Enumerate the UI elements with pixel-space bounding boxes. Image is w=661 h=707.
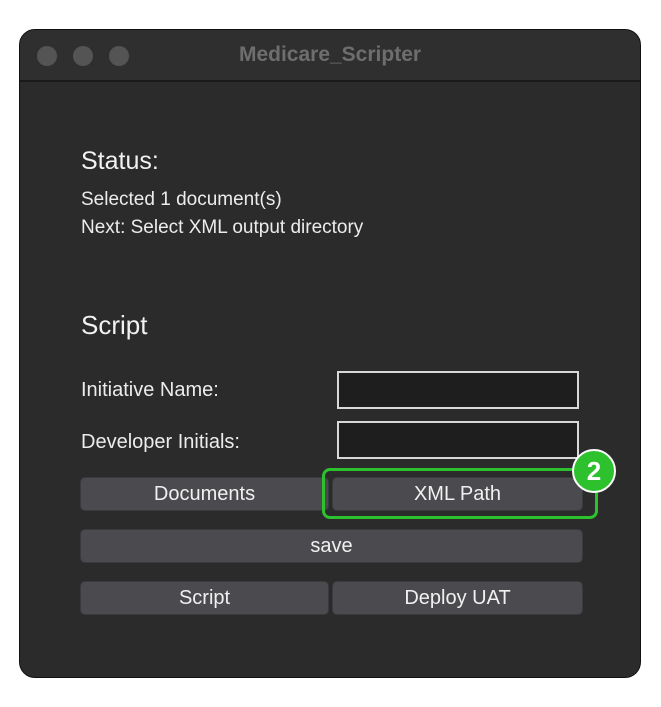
status-heading: Status: [81, 147, 159, 175]
app-window: Medicare_Scripter Status: Selected 1 doc… [19, 29, 641, 678]
deploy-uat-button[interactable]: Deploy UAT [332, 581, 583, 615]
status-line-next: Next: Select XML output directory [81, 217, 364, 238]
status-line-selected: Selected 1 document(s) [81, 189, 282, 210]
xml-path-button[interactable]: XML Path [332, 477, 583, 511]
initiative-name-input[interactable] [337, 371, 579, 409]
step-number-badge: 2 [572, 449, 616, 493]
window-title: Medicare_Scripter [238, 43, 422, 66]
title-bar[interactable]: Medicare_Scripter [20, 30, 640, 82]
script-heading: Script [81, 310, 148, 340]
save-button[interactable]: save [80, 529, 583, 563]
script-button[interactable]: Script [80, 581, 329, 615]
documents-button[interactable]: Documents [80, 477, 329, 511]
initiative-name-label: Initiative Name: [81, 379, 219, 401]
developer-initials-input[interactable] [337, 421, 579, 459]
developer-initials-label: Developer Initials: [81, 431, 240, 453]
